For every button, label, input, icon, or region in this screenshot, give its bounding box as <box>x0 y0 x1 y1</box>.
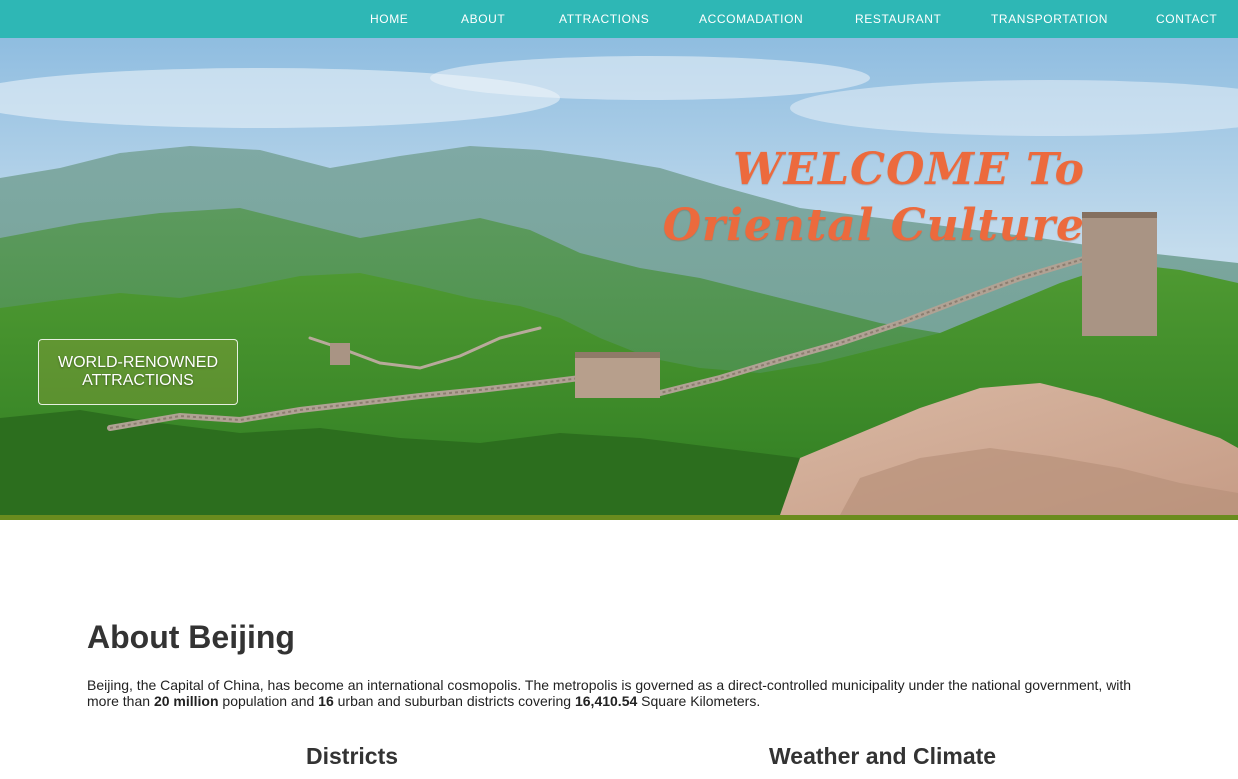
districts-count-value: 16 <box>318 693 334 709</box>
about-beijing-paragraph: Beijing, the Capital of China, has becom… <box>87 677 1147 709</box>
nav-contact-link[interactable]: CONTACT <box>1156 0 1217 38</box>
nav-about-link[interactable]: ABOUT <box>461 0 505 38</box>
nav-accomadation-link[interactable]: ACCOMADATION <box>699 0 803 38</box>
hero-banner: WELCOME To Oriental Culture WORLD-RENOWN… <box>0 38 1238 515</box>
hero-welcome-heading: WELCOME To Oriental Culture <box>640 142 1085 254</box>
cta-line1: WORLD-RENOWNED <box>58 354 218 371</box>
about-text-part2: population and <box>218 693 319 709</box>
hero-title-line1: WELCOME To <box>733 144 1085 195</box>
about-beijing-heading: About Beijing <box>87 619 295 655</box>
nav-home-link[interactable]: HOME <box>370 0 408 38</box>
nav-transportation-link[interactable]: TRANSPORTATION <box>991 0 1108 38</box>
weather-climate-heading: Weather and Climate <box>769 743 997 769</box>
nav-restaurant-link[interactable]: RESTAURANT <box>855 0 941 38</box>
hero-title-line2: Oriental Culture <box>662 200 1085 251</box>
world-renowned-attractions-button[interactable]: WORLD-RENOWNED ATTRACTIONS <box>38 339 238 405</box>
districts-heading: Districts <box>306 743 399 769</box>
population-value: 20 million <box>153 693 219 709</box>
area-value: 16,410.54 <box>574 693 638 709</box>
cta-line2: ATTRACTIONS <box>82 372 194 389</box>
hero-background-image <box>0 38 1238 515</box>
nav-attractions-link[interactable]: ATTRACTIONS <box>559 0 649 38</box>
about-text-part3: urban and suburban districts covering <box>333 693 575 709</box>
about-text-part4: Square Kilometers. <box>637 693 761 709</box>
top-navbar: HOME ABOUT ATTRACTIONS ACCOMADATION REST… <box>0 0 1238 38</box>
hero-bottom-divider <box>0 515 1238 520</box>
